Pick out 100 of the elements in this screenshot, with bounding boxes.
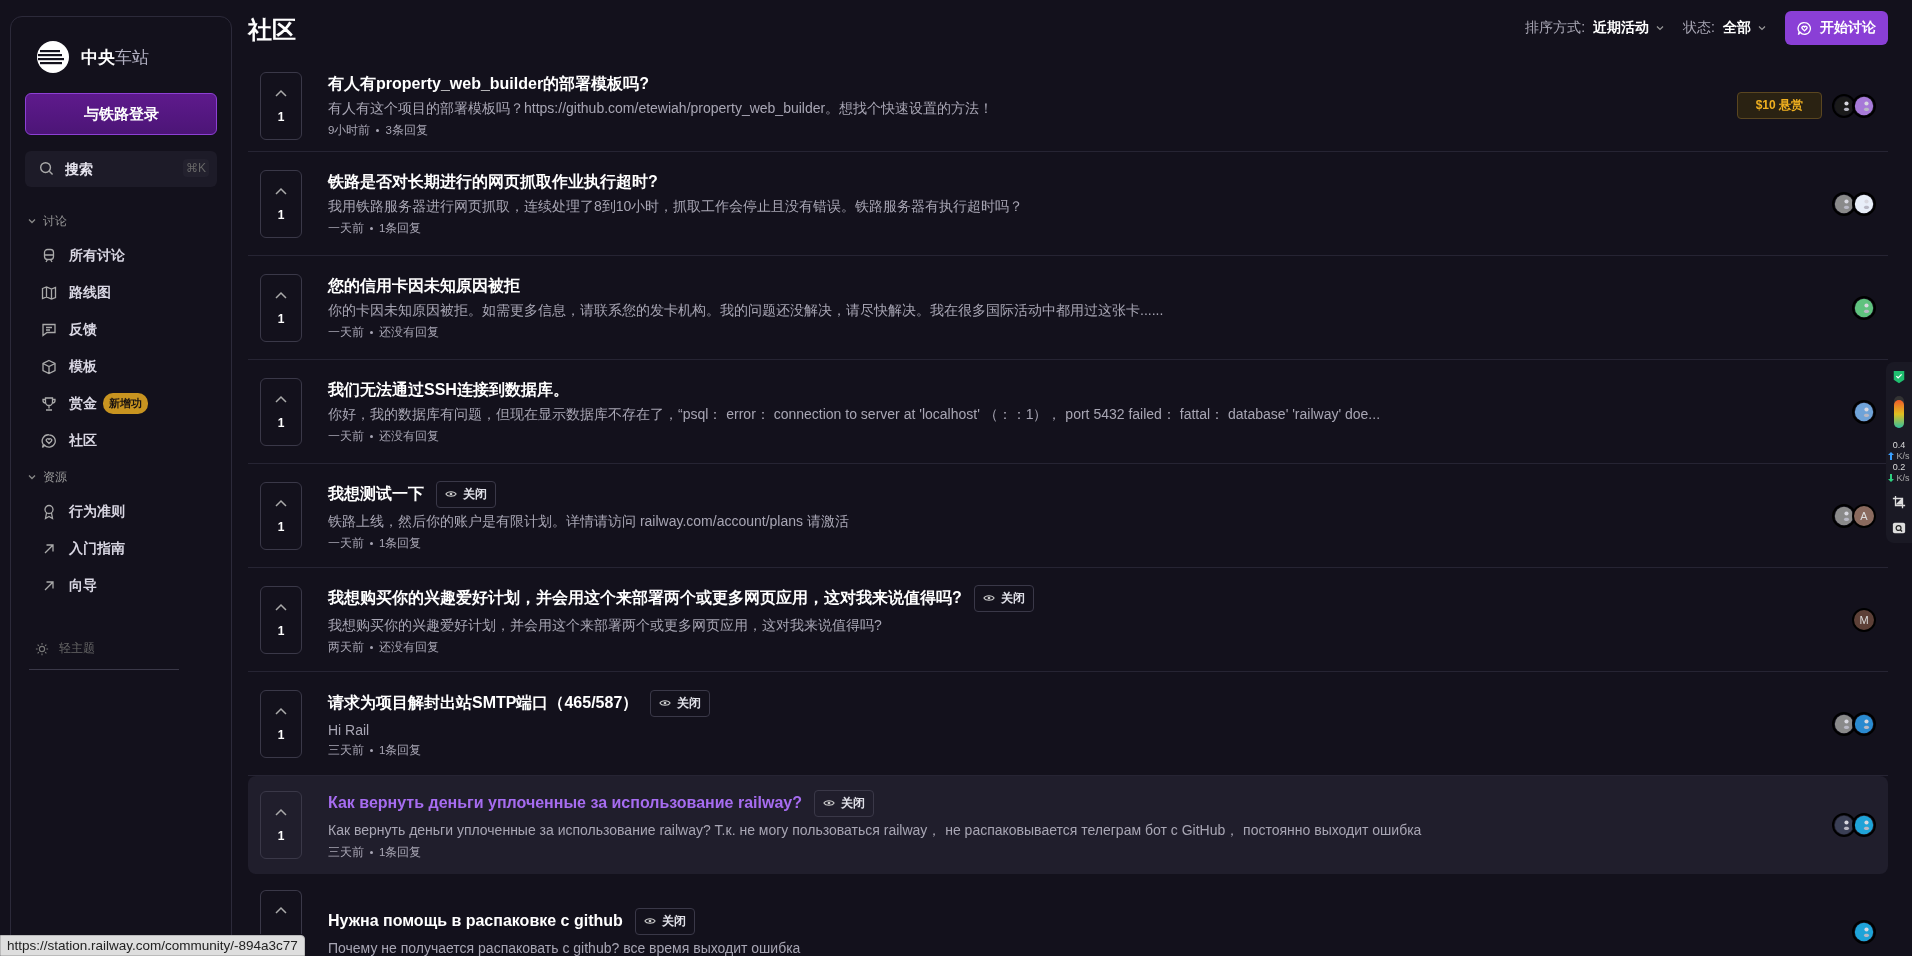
sun-icon	[35, 641, 49, 656]
post-excerpt: 有人有这个项目的部署模板吗？https://github.com/etewiah/property_web_builder。想找个快速设置的方法！	[328, 99, 995, 118]
post-time: 9小时前	[328, 122, 371, 138]
reply-count: 1条回复	[379, 742, 422, 758]
separator-dot	[370, 434, 373, 438]
crop-icon[interactable]	[1892, 495, 1906, 509]
upvote-button[interactable]: 1	[260, 169, 302, 238]
post-title[interactable]: 有人有property_web_builder的部署模板吗?	[328, 73, 649, 95]
status-url: https://station.railway.com/community/-894a3c77	[0, 935, 305, 956]
avatar: A	[1852, 503, 1876, 528]
post-row[interactable]: 1 我想购买你的兴趣爱好计划，并会用这个来部署两个或更多网页应用，这对我来说值得吗? 关闭 我想购买你的兴趣爱好计划，并会用这个来部署两个或更多网页应用，这对我来说值得吗? 两天前 还没有回复 M	[248, 568, 1888, 672]
post-row[interactable]: 1 您的信用卡因未知原因被拒 你的卡因未知原因被拒。如需更多信息，请联系您的发卡机构。我的问题还没解决，请尽快解决。我在很多国际活动中都用过这张卡...... 一天前 还没有回复	[248, 256, 1888, 360]
post-title[interactable]: 请求为项目解封出站SMTP端口（465/587）	[328, 692, 639, 714]
eye-icon	[982, 593, 995, 603]
section-header[interactable]: 讨论	[25, 211, 217, 231]
post-excerpt: 你好，我的数据库有问题，但现在显示数据库不存在了，“psql： error： connection to server at 'localhost' （：：1）， port 5432 failed： fattal： database' 'railway' doe...	[328, 405, 1382, 424]
reply-count: 1条回复	[379, 844, 422, 860]
post-title[interactable]: Нужна помощь в распаковке с github	[328, 912, 623, 930]
brand-name: 中央车站	[81, 46, 149, 69]
upvote-button[interactable]: 1	[260, 273, 302, 342]
start-discussion-button[interactable]: 开始讨论	[1785, 11, 1888, 45]
post-row[interactable]: 1 我想测试一下 关闭 铁路上线，然后你的账户是有限计划。详情请访问 railway.com/account/plans 请激活 一天前 1条回复 A	[248, 464, 1888, 568]
login-button[interactable]: 与铁路登录	[25, 93, 217, 135]
nav-link[interactable]: 路线图	[41, 283, 111, 302]
avatar: M	[1852, 607, 1876, 632]
post-row[interactable]: 1 铁路是否对长期进行的网页抓取作业执行超时? 我用铁路服务器进行网页抓取，连续处理了8到10小时，抓取工作会停止且没有错误。铁路服务器有执行超时吗？ 一天前 1条回复	[248, 152, 1888, 256]
chevron-up-icon	[274, 601, 288, 612]
upvote-button[interactable]: 1	[260, 71, 302, 140]
post-title[interactable]: 我们无法通过SSH连接到数据库。	[328, 379, 569, 401]
chevron-up-icon	[274, 393, 288, 404]
map-icon	[41, 284, 57, 301]
separator-dot	[370, 748, 373, 752]
eye-icon	[659, 698, 672, 708]
reply-count: 1条回复	[379, 535, 422, 551]
post-excerpt: 我想购买你的兴趣爱好计划，并会用这个来部署两个或更多网页应用，这对我来说值得吗?	[328, 616, 883, 635]
box-icon	[41, 358, 57, 375]
status-dropdown[interactable]: 全部	[1723, 19, 1767, 37]
logo-icon	[37, 41, 69, 73]
nav-link[interactable]: 行为准则	[41, 502, 125, 521]
status-label: 状态:	[1683, 19, 1715, 37]
post-excerpt: Как вернуть деньги уплоченные за использование railway? Т.к. не могу пользоваться railway， не распаковывается телеграм бот с GitHub， постоянно выходит ошибка	[328, 821, 1423, 840]
chevron-up-icon	[274, 705, 288, 716]
separator-dot	[376, 128, 380, 132]
nav-link[interactable]: 入门指南	[41, 539, 125, 558]
search-icon[interactable]	[1892, 521, 1906, 535]
nav-link[interactable]: 模板	[41, 357, 97, 376]
upvote-button[interactable]: 1	[260, 790, 302, 859]
upvote-button[interactable]: 1	[260, 481, 302, 550]
reply-count: 1条回复	[379, 220, 422, 236]
post-row[interactable]	[248, 776, 1888, 874]
post-title[interactable]: 我想测试一下	[328, 483, 424, 505]
post-title[interactable]: Как вернуть деньги уплоченные за использование railway?	[328, 794, 802, 812]
post-row[interactable]: 1 有人有property_web_builder的部署模板吗? 有人有这个项目的部署模板吗？https://github.com/etewiah/property_web_builder。想找个快速设置的方法！ 9小时前 3条回复 $10 悬赏	[248, 60, 1888, 152]
chevron-icon	[1757, 23, 1767, 33]
shortcut-key: ⌘K	[183, 159, 209, 177]
eye-icon	[643, 916, 656, 926]
reply-count: 3条回复	[385, 122, 428, 138]
reply-count: 还没有回复	[379, 639, 439, 655]
reply-count: 还没有回复	[379, 324, 439, 340]
chevron-icon	[27, 472, 37, 482]
separator-dot	[370, 850, 373, 854]
closed-tag: 关闭	[634, 907, 695, 935]
shield-icon[interactable]	[1892, 370, 1906, 384]
post-time: 三天前	[328, 844, 364, 860]
download-unit: K/s	[1896, 473, 1910, 483]
chevron-up-icon	[274, 87, 288, 98]
post-title[interactable]: 我想购买你的兴趣爱好计划，并会用这个来部署两个或更多网页应用，这对我来说值得吗?	[328, 587, 962, 609]
train-icon	[41, 247, 57, 264]
nav-link[interactable]: 反馈	[41, 320, 97, 339]
nav-link[interactable]: 所有讨论	[41, 246, 125, 265]
chevron-up-icon	[274, 289, 288, 300]
award-icon	[41, 503, 57, 520]
upvote-button[interactable]: 1	[260, 377, 302, 446]
post-excerpt: 你的卡因未知原因被拒。如需更多信息，请联系您的发卡机构。我的问题还没解决，请尽快解决。我在很多国际活动中都用过这张卡......	[328, 301, 1165, 320]
post-time: 一天前	[328, 535, 364, 551]
section-header[interactable]: 资源	[25, 467, 217, 487]
post-title[interactable]: 您的信用卡因未知原因被拒	[328, 275, 520, 297]
nav-link[interactable]: 向导	[41, 576, 97, 595]
nav-link[interactable]: 赏金	[41, 394, 97, 413]
search-icon	[39, 161, 54, 176]
download-speed: 0.2	[1892, 462, 1906, 472]
upload-unit: K/s	[1896, 451, 1910, 461]
post-time: 两天前	[328, 639, 364, 655]
post-excerpt: Почему не получается распаковать с github? все время выходит ошибка	[328, 939, 802, 956]
up-arrow-icon	[1888, 452, 1895, 460]
post-time: 一天前	[328, 324, 364, 340]
nav-link[interactable]: 社区	[41, 431, 97, 450]
upvote-button[interactable]: 1	[260, 585, 302, 654]
gauge-drawing	[1894, 396, 1904, 428]
closed-tag: 关闭	[650, 689, 711, 717]
down-arrow-icon	[1888, 474, 1895, 482]
bounty-badge: $10 悬赏	[1736, 92, 1822, 119]
upvote-button[interactable]: 1	[260, 689, 302, 758]
sort-dropdown[interactable]: 近期活动	[1593, 19, 1666, 37]
page-title: 社区	[248, 15, 296, 45]
separator-dot	[370, 330, 373, 334]
chevron-up-icon	[274, 806, 288, 817]
post-title[interactable]: 铁路是否对长期进行的网页抓取作业执行超时?	[328, 171, 658, 193]
post-excerpt: 铁路上线，然后你的账户是有限计划。详情请访问 railway.com/account/plans 请激活	[328, 512, 850, 531]
upload-speed: 0.4	[1892, 440, 1906, 450]
